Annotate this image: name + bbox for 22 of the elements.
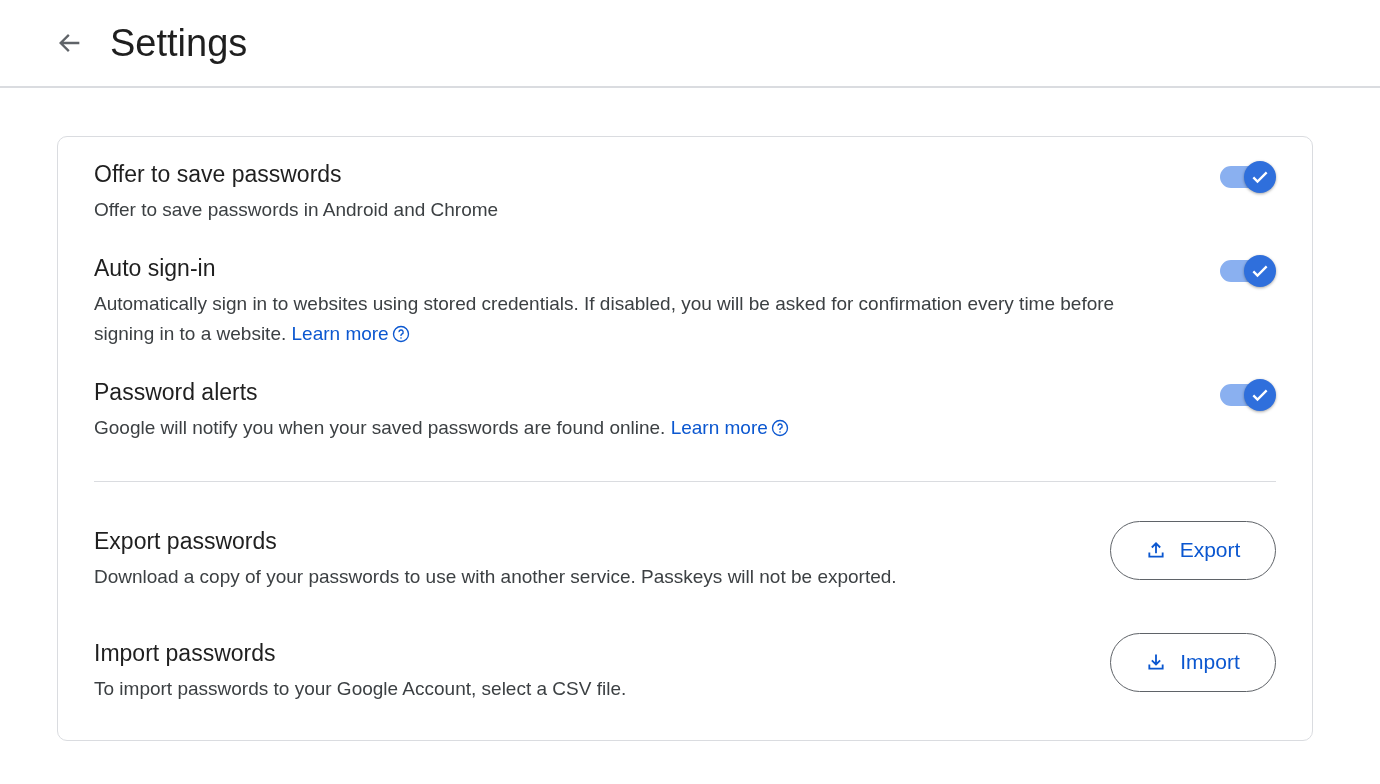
setting-description: Download a copy of your passwords to use with another service. Passkeys will not be exported. — [94, 565, 897, 589]
learn-more-link[interactable]: Learn more — [670, 413, 789, 443]
setting-title: Password alerts — [94, 378, 259, 407]
page-title: Settings — [110, 21, 248, 65]
import-button[interactable]: Import — [1110, 632, 1276, 692]
help-icon — [770, 419, 789, 437]
setting-description: Automatically sign in to websites using stored credentials. If disabled, you will be asked for confirmation every time before signing in to a website. Learn more — [94, 289, 1144, 349]
setting-description: Google will notify you when your saved passwords are found online. Learn more — [94, 413, 789, 443]
learn-more-link[interactable]: Learn more — [291, 319, 410, 349]
setting-title: Import passwords — [94, 639, 277, 668]
toggle-switch[interactable] — [1220, 159, 1276, 195]
upload-icon — [1145, 540, 1166, 560]
download-icon — [1146, 652, 1167, 672]
toggle-switch[interactable] — [1220, 253, 1276, 289]
setting-description: To import passwords to your Google Account, select a CSV file. — [94, 677, 627, 701]
toggle-switch[interactable] — [1220, 377, 1276, 413]
setting-description: Offer to save passwords in Android and Chrome — [94, 198, 499, 222]
setting-title: Export passwords — [94, 527, 278, 556]
setting-title: Auto sign-in — [94, 254, 217, 283]
help-icon — [391, 325, 410, 343]
export-button[interactable]: Export — [1110, 520, 1276, 580]
setting-title: Offer to save passwords — [94, 160, 343, 189]
